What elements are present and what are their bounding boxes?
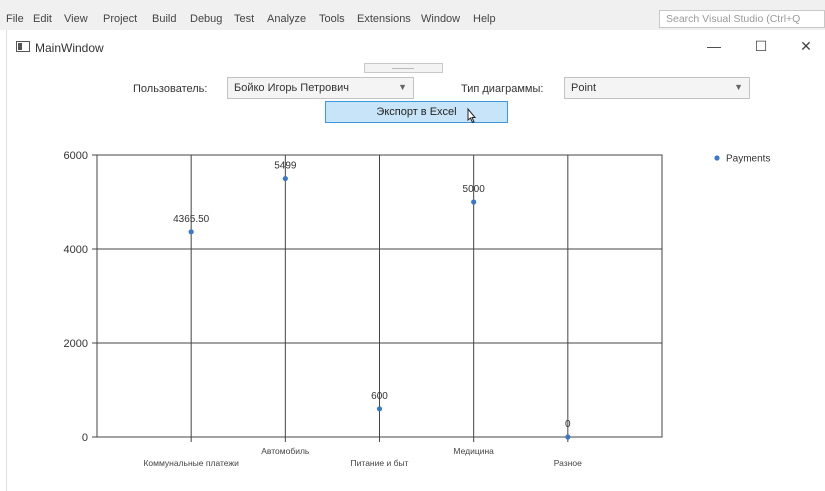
- menu-extensions[interactable]: Extensions: [357, 13, 411, 25]
- menu-test[interactable]: Test: [234, 13, 254, 25]
- data-label: 4365.50: [173, 214, 210, 225]
- legend-marker: [714, 155, 720, 161]
- vs-menubar: File Edit View Project Build Debug Test …: [0, 0, 825, 30]
- menu-file[interactable]: File: [6, 13, 24, 25]
- menu-analyze[interactable]: Analyze: [267, 13, 306, 25]
- data-point: [565, 434, 571, 440]
- x-category-label: Коммунальные платежи: [143, 458, 239, 468]
- menu-tools[interactable]: Tools: [319, 13, 345, 25]
- data-label: 5000: [463, 184, 486, 195]
- menu-window[interactable]: Window: [421, 13, 460, 25]
- payments-chart: 0200040006000Коммунальные платежиАвтомоб…: [64, 150, 771, 468]
- menu-debug[interactable]: Debug: [190, 13, 222, 25]
- x-category-label: Медицина: [453, 446, 494, 456]
- vs-search-input[interactable]: Search Visual Studio (Ctrl+Q: [659, 10, 825, 28]
- menu-build[interactable]: Build: [152, 13, 176, 25]
- x-category-label: Питание и быт: [351, 458, 409, 468]
- x-category-label: Разное: [554, 458, 582, 468]
- data-point: [188, 229, 194, 235]
- data-point: [282, 175, 288, 182]
- menu-help[interactable]: Help: [473, 13, 496, 25]
- data-label: 5499: [274, 161, 297, 172]
- main-window: MainWindow — ☐ ✕ Пользователь: Бойко Иго…: [6, 30, 825, 491]
- data-label: 0: [565, 419, 571, 430]
- legend-label: Payments: [726, 154, 770, 165]
- y-tick-label: 4000: [64, 244, 88, 256]
- menu-edit[interactable]: Edit: [33, 13, 52, 25]
- y-tick-label: 6000: [64, 150, 88, 162]
- data-label: 600: [371, 391, 388, 402]
- y-tick-label: 2000: [64, 338, 88, 350]
- data-point: [376, 406, 383, 412]
- data-point: [471, 199, 477, 205]
- menu-view[interactable]: View: [64, 13, 88, 25]
- menu-project[interactable]: Project: [103, 13, 137, 25]
- y-tick-label: 0: [82, 432, 88, 444]
- x-category-label: Автомобиль: [261, 446, 310, 456]
